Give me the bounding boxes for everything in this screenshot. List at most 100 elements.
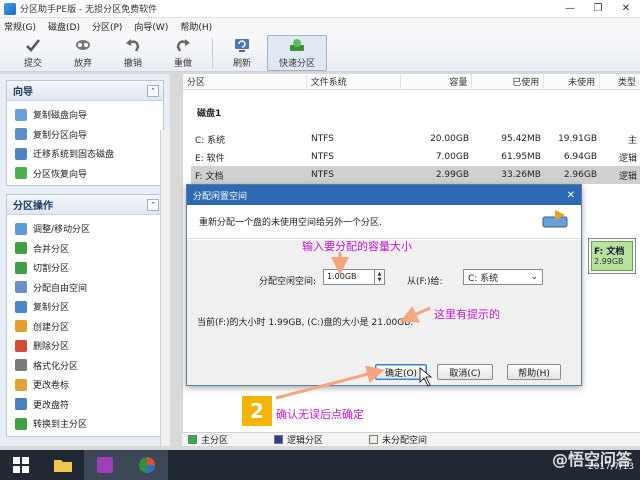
sidebar-item-copy[interactable]: 复制分区 (7, 297, 163, 317)
convert-icon (15, 417, 27, 430)
row-used: 95.42MB (501, 134, 541, 144)
close-window-button[interactable]: ✕ (612, 0, 640, 18)
sidebar-item-label: 分配自由空间 (33, 283, 88, 294)
undo-icon (124, 36, 142, 54)
dialog-description-text: 重新分配一个盘的未使用空间给另外一个分区. (199, 218, 382, 228)
disk-map-partition-f[interactable]: F: 文档 2.99GB (588, 238, 636, 274)
recovery-icon (15, 167, 27, 180)
menu-bar: 常规(G) 磁盘(D) 分区(P) 向导(W) 帮助(H) (0, 18, 640, 34)
ops-panel-header[interactable]: 分区操作 ⌃ (7, 195, 163, 215)
dialog-title: 分配闲置空间 (193, 191, 248, 202)
taskbar-explorer[interactable] (42, 450, 84, 480)
menu-disk[interactable]: 磁盘(D) (48, 20, 80, 33)
row-partition: F: 文档 (195, 171, 224, 182)
taskbar-partition-assistant[interactable] (126, 450, 168, 480)
row-unused: 19.91GB (558, 134, 597, 144)
column-unused[interactable]: 未使用 (544, 73, 601, 90)
dialog-title-bar: 分配闲置空间 ✕ (187, 185, 581, 205)
close-icon[interactable]: ✕ (567, 190, 575, 201)
menu-help[interactable]: 帮助(H) (180, 20, 212, 33)
dialog-body: 分配空闲空间: 1.00GB ▲ ▼ 从(F:)给: C: 系统 ⌄ 当前(F:)… (187, 240, 581, 385)
target-partition-value: C: 系统 (468, 273, 499, 284)
cancel-button[interactable]: 取消(C) (437, 364, 493, 380)
undo-label: 撤销 (123, 59, 142, 69)
sidebar-item-split[interactable]: 切割分区 (7, 258, 163, 278)
row-capacity: 20.00GB (430, 134, 469, 144)
sidebar-item-label: 转换到主分区 (33, 420, 88, 431)
format-icon (15, 359, 27, 372)
table-header: 分区 文件系统 容量 已使用 未使用 类型 (183, 73, 640, 90)
sidebar-item-create[interactable]: 创建分区 (7, 317, 163, 337)
restore-button[interactable]: ❐ (584, 0, 612, 18)
target-partition-select[interactable]: C: 系统 ⌄ (463, 269, 543, 285)
discard-label: 放弃 (73, 59, 92, 69)
disk-label: 磁盘1 (197, 109, 222, 119)
table-row[interactable]: C: 系统 NTFS 20.00GB 95.42MB 19.91GB 主 (191, 130, 640, 148)
taskbar-app-purple[interactable] (84, 450, 126, 480)
column-capacity[interactable]: 容量 (401, 73, 473, 90)
sidebar-item-convert-primary[interactable]: 转换到主分区 (7, 414, 163, 434)
wizard-panel-header[interactable]: 向导 ⌃ (7, 81, 163, 101)
size-stepper[interactable]: ▲ ▼ (375, 269, 385, 285)
sidebar-item-resize[interactable]: 调整/移动分区 (7, 219, 163, 239)
row-partition: C: 系统 (195, 135, 226, 146)
toolbar-separator (212, 37, 213, 68)
logical-swatch (274, 435, 284, 444)
sidebar-item-merge[interactable]: 合并分区 (7, 239, 163, 259)
menu-wizard[interactable]: 向导(W) (134, 20, 168, 33)
sidebar-item-delete[interactable]: 删除分区 (7, 336, 163, 356)
discard-button[interactable]: 放弃 (58, 35, 108, 71)
quick-partition-icon (288, 36, 306, 54)
column-filesystem[interactable]: 文件系统 (307, 73, 401, 90)
sidebar: 向导 ⌃ 复制磁盘向导 复制分区向导 迁移系统到固态磁盘 分区恢复向导 分区操作… (0, 74, 170, 446)
sidebar-item-copy-partition[interactable]: 复制分区向导 (7, 125, 163, 145)
chevron-up-icon[interactable]: ⌃ (147, 198, 159, 211)
sidebar-item-copy-disk[interactable]: 复制磁盘向导 (7, 105, 163, 125)
refresh-button[interactable]: 刷新 (217, 35, 267, 71)
menu-general[interactable]: 常规(G) (4, 20, 36, 33)
table-row-selected[interactable]: F: 文档 NTFS 2.99GB 33.26MB 2.96GB 逻辑 (191, 166, 640, 184)
ok-button[interactable]: 确定(O) (375, 364, 427, 380)
sidebar-item-migrate-os[interactable]: 迁移系统到固态磁盘 (7, 144, 163, 164)
chevron-up-icon[interactable]: ⌃ (147, 84, 159, 97)
undo-button[interactable]: 撤销 (108, 35, 158, 71)
dialog-description: 重新分配一个盘的未使用空间给另外一个分区. (187, 205, 581, 239)
column-partition[interactable]: 分区 (183, 73, 307, 90)
row-capacity: 2.99GB (435, 170, 469, 180)
column-used[interactable]: 已使用 (472, 73, 545, 90)
app-icon (4, 2, 16, 15)
delete-icon (15, 339, 27, 352)
sidebar-item-label: 迁移系统到固态磁盘 (33, 150, 115, 161)
redo-button[interactable]: 重做 (158, 35, 208, 71)
sidebar-item-format[interactable]: 格式化分区 (7, 356, 163, 376)
sidebar-scrollbar[interactable] (160, 130, 170, 446)
unallocated-swatch (369, 435, 379, 444)
minimize-button[interactable]: — (556, 0, 584, 18)
spin-down-icon[interactable]: ▼ (378, 277, 382, 283)
sidebar-item-drive-letter[interactable]: 更改盘符 (7, 395, 163, 415)
sidebar-item-partition-recovery[interactable]: 分区恢复向导 (7, 164, 163, 184)
quick-partition-label: 快速分区 (278, 59, 315, 69)
table-row[interactable]: E: 软件 NTFS 7.00GB 61.95MB 6.94GB 逻辑 (191, 148, 640, 166)
from-label: 从(F:)给: (407, 277, 443, 287)
discard-icon (74, 36, 92, 54)
sidebar-item-label: 更改卷标 (33, 381, 70, 392)
commit-label: 提交 (23, 59, 42, 69)
copy-icon (15, 300, 27, 313)
help-button[interactable]: 帮助(H) (507, 364, 561, 380)
row-capacity: 7.00GB (435, 152, 469, 162)
wizard-panel-title: 向导 (13, 87, 33, 98)
start-button[interactable] (0, 450, 42, 480)
sidebar-item-label-change[interactable]: 更改卷标 (7, 375, 163, 395)
refresh-label: 刷新 (232, 59, 251, 69)
menu-partition[interactable]: 分区(P) (92, 20, 122, 33)
quick-partition-button[interactable]: 快速分区 (267, 34, 327, 71)
sidebar-item-allocate[interactable]: 分配自由空间 (7, 278, 163, 298)
size-input[interactable]: 1.00GB (323, 269, 375, 285)
drive-letter-icon (15, 398, 27, 411)
chevron-down-icon: ⌄ (530, 272, 538, 282)
commit-button[interactable]: 提交 (8, 35, 58, 71)
sidebar-item-label: 更改盘符 (33, 400, 70, 411)
merge-icon (15, 242, 27, 255)
column-type[interactable]: 类型 (600, 74, 640, 90)
